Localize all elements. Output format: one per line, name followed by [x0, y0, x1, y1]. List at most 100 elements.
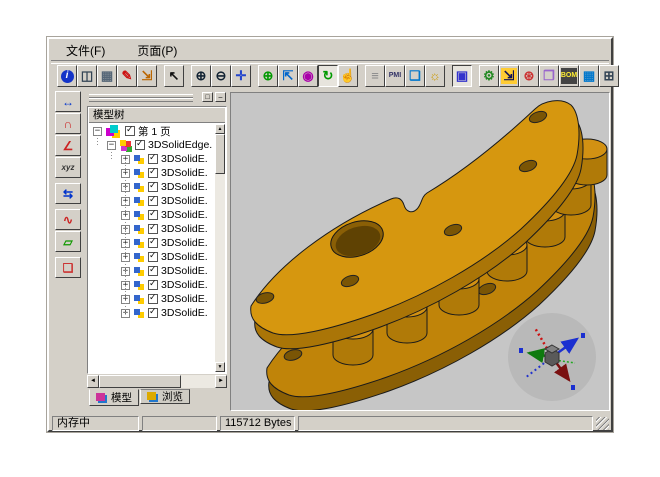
zoom-window-button[interactable]: ⊕ — [258, 65, 278, 87]
panel-grip — [89, 98, 193, 102]
visibility-checkbox[interactable] — [148, 154, 158, 164]
report-button[interactable]: ▦ — [579, 65, 599, 87]
refresh-button[interactable]: ↻ — [318, 65, 338, 87]
tree-item[interactable]: + 3DSolidE. — [89, 222, 215, 236]
visibility-checkbox[interactable] — [148, 196, 158, 206]
tree-item[interactable]: + 3DSolidE. — [89, 306, 215, 320]
scroll-up-button[interactable]: ▲ — [215, 124, 225, 134]
explode-button[interactable]: ⊛ — [519, 65, 539, 87]
visibility-checkbox[interactable] — [148, 210, 158, 220]
toolbar-button-icon: ▦ — [99, 68, 115, 84]
visibility-checkbox[interactable] — [148, 182, 158, 192]
layers-button[interactable]: ≡ — [365, 65, 385, 87]
part-icon — [134, 169, 140, 175]
scroll-left-button[interactable]: ◄ — [87, 375, 99, 388]
part-icon — [134, 253, 140, 259]
measure-button-icon: ∿ — [60, 212, 76, 228]
visibility-checkbox[interactable] — [148, 168, 158, 178]
part-icon — [134, 211, 140, 217]
scroll-down-button[interactable]: ▼ — [215, 362, 225, 372]
measure-volume-button[interactable]: ❑ — [55, 257, 81, 278]
visibility-checkbox[interactable] — [148, 280, 158, 290]
tree-title: 模型树 — [89, 108, 225, 123]
tab-icon — [96, 393, 105, 401]
visibility-checkbox[interactable] — [148, 224, 158, 234]
visibility-checkbox[interactable] — [148, 252, 158, 262]
bom-button[interactable]: BOM — [559, 65, 579, 87]
menu-page[interactable]: 页面(P) — [134, 41, 180, 60]
markup-button[interactable]: ✎ — [117, 65, 137, 87]
measure-radius-button[interactable]: ∩ — [55, 113, 81, 134]
viewport-3d[interactable] — [230, 92, 610, 411]
print-preview-button[interactable]: ◫ — [77, 65, 97, 87]
measure-angle-button[interactable]: ∠ — [55, 135, 81, 156]
zoom-select-button[interactable]: ⇱ — [278, 65, 298, 87]
measure-coord-button[interactable]: xyz — [55, 157, 81, 178]
panel-maximize-button[interactable]: □ — [202, 92, 213, 102]
pan-hand-button[interactable]: ☝ — [338, 65, 358, 87]
about-button[interactable]: i — [57, 65, 77, 87]
part-icon — [134, 183, 140, 189]
views-button[interactable]: ❏ — [405, 65, 425, 87]
visibility-checkbox[interactable] — [135, 140, 145, 150]
tree-item-label: 3DSolidE. — [161, 181, 208, 193]
panel-hide-button[interactable]: – — [215, 92, 226, 102]
resize-grip[interactable] — [596, 417, 609, 430]
tree-assembly[interactable]: − 3DSolidEdge. — [89, 138, 215, 152]
export-button[interactable]: ⇲ — [137, 65, 157, 87]
tree-item[interactable]: + 3DSolidE. — [89, 166, 215, 180]
measure-curve-button[interactable]: ∿ — [55, 209, 81, 230]
pmi-button[interactable]: PMI — [385, 65, 405, 87]
tree-item-label: 3DSolidE. — [161, 279, 208, 291]
tree-list-button[interactable]: ⊞ — [599, 65, 619, 87]
tab-model[interactable]: 模型 — [89, 389, 139, 406]
zoom-in-button[interactable]: ⊕ — [191, 65, 211, 87]
measure-area-button[interactable]: ▱ — [55, 231, 81, 252]
section-button[interactable]: ❒ — [539, 65, 559, 87]
toolbar-button-icon: ⊛ — [521, 68, 537, 84]
menu-file[interactable]: 文件(F) — [63, 41, 108, 60]
pan-button[interactable]: ✛ — [231, 65, 251, 87]
scrollbar-thumb[interactable] — [99, 375, 181, 388]
rotate-view-button[interactable]: ◉ — [298, 65, 318, 87]
light-button[interactable]: ☼ — [425, 65, 445, 87]
tree-item[interactable]: + 3DSolidE. — [89, 278, 215, 292]
part-icon — [134, 239, 140, 245]
visibility-checkbox[interactable] — [148, 238, 158, 248]
tree-item-label: 3DSolidE. — [161, 153, 208, 165]
tree-item[interactable]: + 3DSolidE. — [89, 250, 215, 264]
print-button[interactable]: ▦ — [97, 65, 117, 87]
zoom-out-button[interactable]: ⊖ — [211, 65, 231, 87]
tab-browse[interactable]: 浏览 — [140, 389, 190, 404]
select-button[interactable]: ↖ — [164, 65, 184, 87]
toolbar-button-icon: ⇲ — [501, 68, 517, 84]
page-icon — [110, 125, 118, 133]
tree-item[interactable]: + 3DSolidE. — [89, 292, 215, 306]
scrollbar-thumb[interactable] — [215, 134, 225, 174]
visibility-checkbox[interactable] — [148, 266, 158, 276]
tree-item[interactable]: + 3DSolidE. — [89, 264, 215, 278]
status-bar: 内存中 115712 Bytes — [51, 415, 609, 432]
tree-item[interactable]: + 3DSolidE. — [89, 180, 215, 194]
assembly-button[interactable]: ⚙ — [479, 65, 499, 87]
visibility-checkbox[interactable] — [148, 294, 158, 304]
part-icon — [134, 197, 140, 203]
part-icon — [134, 309, 140, 315]
tree-horizontal-scrollbar[interactable]: ◄ ► — [87, 375, 227, 388]
tree-item[interactable]: + 3DSolidE. — [89, 208, 215, 222]
visibility-checkbox[interactable] — [148, 308, 158, 318]
move-part-button[interactable]: ⇲ — [499, 65, 519, 87]
tree-item[interactable]: + 3DSolidE. — [89, 152, 215, 166]
measure-length-button[interactable]: ↔ — [55, 91, 81, 112]
tree-vertical-scrollbar[interactable]: ▲ ▼ — [215, 124, 225, 372]
scroll-right-button[interactable]: ► — [215, 375, 227, 388]
viewport-button[interactable]: ▣ — [452, 65, 472, 87]
tree-item[interactable]: + 3DSolidE. — [89, 194, 215, 208]
tree-root-page[interactable]: − 第 1 页 — [89, 124, 215, 138]
visibility-checkbox[interactable] — [125, 126, 135, 136]
toolbar-button-icon: ↖ — [166, 68, 182, 84]
measure-distance-button[interactable]: ⇆ — [55, 183, 81, 204]
panel-titlebar[interactable]: □ – — [87, 92, 227, 104]
tree-item[interactable]: + 3DSolidE. — [89, 236, 215, 250]
orientation-ball[interactable] — [507, 312, 597, 402]
